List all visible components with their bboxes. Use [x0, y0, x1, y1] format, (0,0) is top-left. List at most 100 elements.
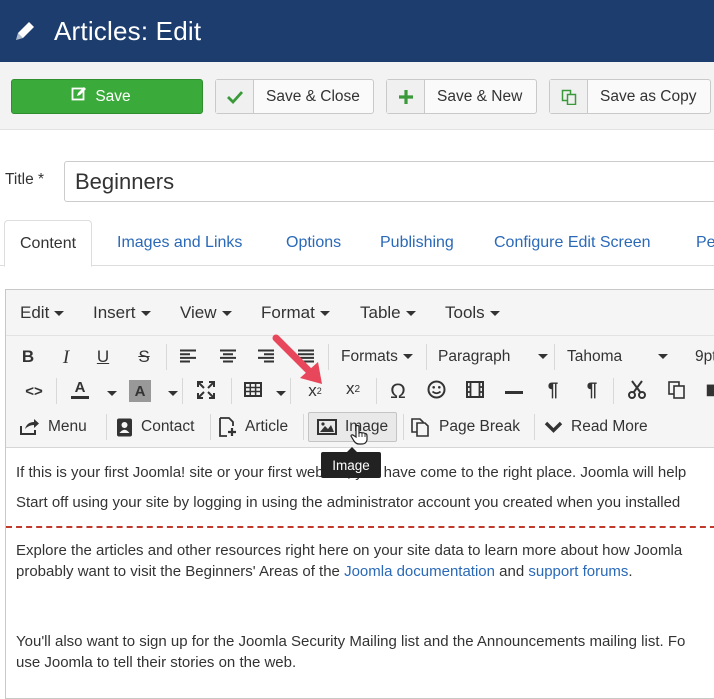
caret-down-icon — [402, 354, 413, 360]
font-size-dropdown[interactable]: 9pt — [695, 348, 714, 366]
tab-options[interactable]: Options — [286, 220, 341, 266]
tab-publishing[interactable]: Publishing — [380, 220, 454, 266]
cut-icon[interactable] — [626, 380, 648, 399]
title-value: Beginners — [75, 168, 175, 194]
emoticon-icon[interactable] — [425, 380, 447, 399]
caret-down-icon[interactable] — [107, 391, 117, 396]
horizontal-rule-icon[interactable] — [504, 391, 524, 395]
save-button[interactable]: Save — [11, 79, 203, 114]
paragraph-3-line-2: probably want to visit the Beginners' Ar… — [16, 563, 633, 580]
editor-content[interactable]: If this is your first Joomla! site or yo… — [6, 462, 714, 673]
tab-configure-edit-screen[interactable]: Configure Edit Screen — [494, 220, 651, 266]
copy-icon[interactable] — [666, 381, 688, 399]
copy-icon — [550, 80, 588, 113]
font-family-dropdown[interactable]: Tahoma — [567, 348, 669, 366]
share-icon — [20, 419, 40, 435]
menu-edit[interactable]: Edit — [20, 303, 65, 323]
insert-article-button[interactable]: Article — [219, 412, 288, 442]
caret-down-icon — [538, 354, 549, 360]
separator — [426, 344, 427, 370]
insert-contact-button[interactable]: Contact — [116, 412, 194, 442]
separator — [210, 414, 211, 440]
special-character-icon[interactable]: Ω — [387, 380, 409, 404]
formats-dropdown[interactable]: Formats — [341, 348, 413, 366]
title-input[interactable]: Beginners — [64, 161, 714, 202]
menu-table[interactable]: Table — [360, 303, 416, 323]
separator — [554, 344, 555, 370]
separator — [182, 378, 183, 404]
separator — [376, 378, 377, 404]
contact-icon — [116, 418, 133, 437]
page-header: Articles: Edit — [0, 0, 714, 62]
save-new-button[interactable]: Save & New — [386, 79, 537, 114]
save-as-copy-button[interactable]: Save as Copy — [549, 79, 711, 114]
tab-content[interactable]: Content — [4, 220, 93, 267]
bold-icon[interactable]: B — [18, 347, 38, 367]
menu-format[interactable]: Format — [261, 303, 330, 323]
block-format-dropdown[interactable]: Paragraph — [438, 348, 549, 366]
caret-down-icon — [658, 354, 669, 360]
page-break-button[interactable]: Page Break — [411, 412, 520, 442]
media-icon[interactable] — [464, 381, 486, 398]
hand-cursor-icon — [350, 425, 368, 445]
paragraph-rtl-icon[interactable]: ¶ — [581, 380, 603, 402]
editor: Edit Insert View Format Table Tools B I … — [5, 289, 714, 699]
separator — [231, 378, 232, 404]
title-label: Title * — [5, 171, 45, 188]
caret-down-icon — [405, 311, 416, 317]
paragraph-ltr-icon[interactable]: ¶ — [542, 380, 564, 402]
support-forums-link[interactable]: support forums — [528, 563, 628, 580]
menu-tools[interactable]: Tools — [445, 303, 500, 323]
text-color-icon[interactable]: A — [68, 380, 92, 399]
file-add-icon — [219, 417, 237, 437]
paragraph-4-line-1: You'll also want to sign up for the Joom… — [16, 633, 686, 650]
tab-permissions[interactable]: Pe — [696, 220, 714, 266]
source-code-icon[interactable]: <> — [22, 383, 46, 400]
separator — [303, 414, 304, 440]
paragraph-4-line-2: use Joomla to tell their stories on the … — [16, 654, 297, 671]
joomla-documentation-link[interactable]: Joomla documentation — [344, 563, 495, 580]
caret-down-icon — [319, 311, 330, 317]
pencil-icon — [10, 16, 40, 46]
paragraph-3-line-1: Explore the articles and other resources… — [16, 542, 683, 559]
image-icon — [317, 419, 337, 435]
caret-down-icon — [54, 311, 65, 317]
insert-menu-button[interactable]: Menu — [20, 412, 87, 442]
paragraph-2: Start off using your site by logging in … — [16, 494, 681, 511]
read-more-divider — [6, 526, 714, 528]
action-toolbar: Save Save & Close Save & New Save as Cop… — [0, 62, 714, 130]
copy-pages-icon — [411, 417, 431, 437]
underline-icon[interactable]: U — [93, 347, 113, 367]
separator — [56, 378, 57, 404]
save-close-button[interactable]: Save & Close — [215, 79, 374, 114]
caret-down-icon — [489, 311, 500, 317]
caret-down-icon — [140, 311, 151, 317]
editor-menubar: Edit Insert View Format Table Tools — [6, 290, 714, 336]
image-tooltip: Image — [321, 447, 381, 478]
caret-down-icon — [221, 311, 232, 317]
menu-view[interactable]: View — [180, 303, 232, 323]
plus-icon — [387, 80, 425, 113]
check-icon — [216, 80, 254, 113]
separator — [403, 414, 404, 440]
edit-icon — [71, 86, 87, 107]
separator — [106, 414, 107, 440]
tab-images-and-links[interactable]: Images and Links — [117, 220, 242, 266]
read-more-button[interactable]: Read More — [544, 412, 648, 442]
italic-icon[interactable]: I — [56, 347, 76, 369]
background-color-icon[interactable]: A — [129, 380, 151, 402]
tab-bar: Content Images and Links Options Publish… — [0, 220, 714, 267]
paste-icon[interactable] — [706, 381, 714, 399]
annotation-arrow-icon — [272, 334, 322, 384]
caret-down-icon[interactable] — [168, 391, 178, 396]
superscript-icon[interactable]: x2 — [341, 379, 365, 399]
menu-insert[interactable]: Insert — [93, 303, 151, 323]
align-left-icon[interactable] — [178, 349, 198, 363]
strikethrough-icon[interactable]: S — [134, 347, 154, 367]
align-center-icon[interactable] — [218, 349, 238, 363]
page-title: Articles: Edit — [54, 15, 202, 46]
separator — [613, 378, 614, 404]
separator — [166, 344, 167, 370]
table-icon[interactable] — [243, 382, 263, 397]
fullscreen-icon[interactable] — [196, 381, 216, 399]
